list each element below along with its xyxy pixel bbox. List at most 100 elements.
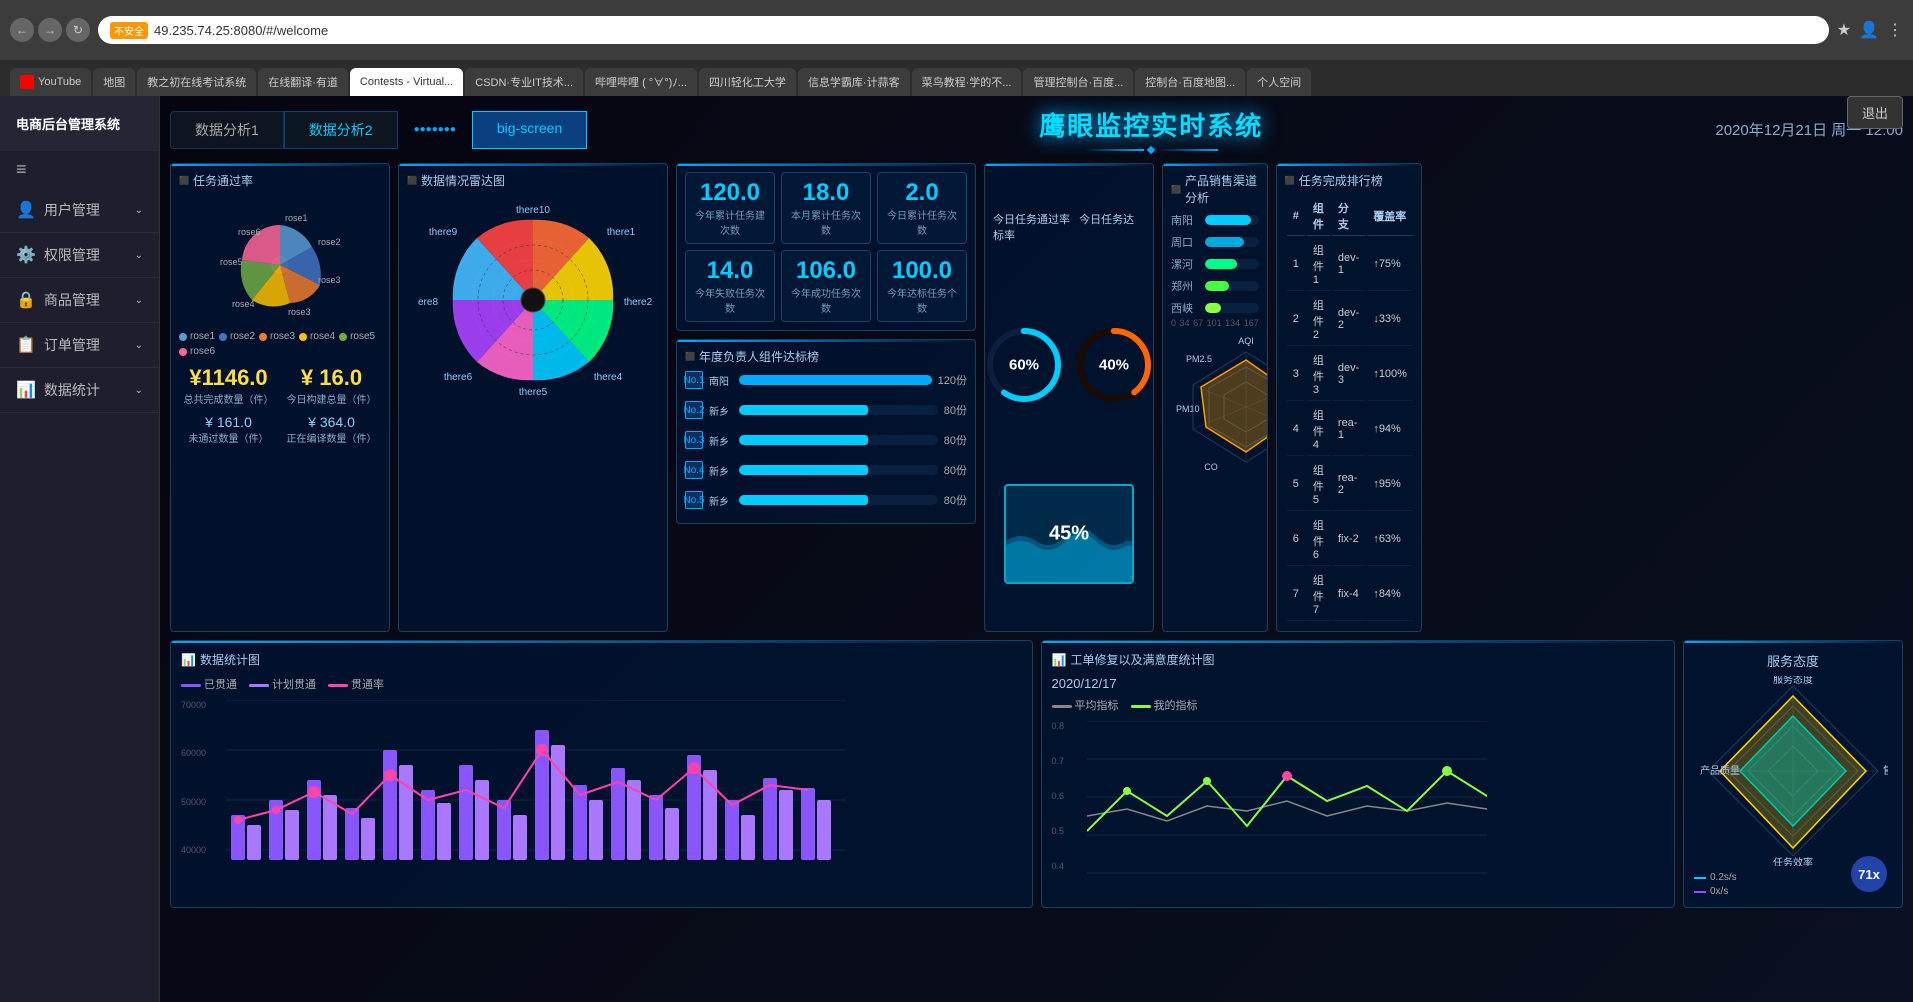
progress-fill-1 bbox=[739, 405, 868, 415]
tab-data-analysis-1[interactable]: 数据分析1 bbox=[170, 111, 284, 149]
dashboard-main-title: 鹰眼监控实时系统 bbox=[1039, 106, 1263, 143]
tab-data-analysis-2[interactable]: 数据分析2 bbox=[284, 111, 398, 149]
tab-baidu[interactable]: 管理控制台·百度... bbox=[1023, 68, 1133, 96]
tab-bili[interactable]: 哔哩哔哩 ( °∀°)ﾉ... bbox=[585, 68, 697, 96]
tab-csdn[interactable]: CSDN·专业IT技术... bbox=[465, 68, 583, 96]
name-1: 新乡 bbox=[709, 403, 733, 418]
tab-map2-label: 控制台·百度地图... bbox=[1145, 74, 1235, 90]
rose-chart: rose1 rose2 rose3 rose3 rose4 rose5 rose… bbox=[200, 195, 360, 325]
sidebar-header: 电商后台管理系统 bbox=[0, 96, 159, 151]
bar-label-3: 郑州 bbox=[1171, 278, 1199, 294]
tab-map2[interactable]: 控制台·百度地图... bbox=[1135, 68, 1245, 96]
tab-big-screen[interactable]: big-screen bbox=[472, 111, 587, 149]
sidebar-item-stats[interactable]: 📊 数据统计 ⌄ bbox=[0, 368, 159, 413]
fail-count: ¥ 161.0 未通过数量（件） bbox=[179, 414, 278, 445]
sidebar-users-label: 用户管理 bbox=[44, 200, 100, 220]
tab-personal[interactable]: 个人空间 bbox=[1247, 68, 1311, 96]
cell-comp-3: 组件4 bbox=[1307, 403, 1330, 456]
svg-text:there10: there10 bbox=[516, 205, 550, 216]
svg-text:售后保障: 售后保障 bbox=[1883, 764, 1888, 777]
bar-row-3: 郑州 bbox=[1171, 278, 1259, 294]
rank-2: No.3 bbox=[685, 431, 703, 449]
compiling-value: ¥ 364.0 bbox=[282, 414, 381, 430]
bar-track-0 bbox=[1205, 215, 1259, 225]
bar-label-2: 漯河 bbox=[1171, 256, 1199, 272]
sidebar-item-orders[interactable]: 📋 订单管理 ⌄ bbox=[0, 323, 159, 368]
bar-label-1: 周口 bbox=[1171, 234, 1199, 250]
sidebar-item-users[interactable]: 👤 用户管理 ⌄ bbox=[0, 188, 159, 233]
y-axis-labels: 70000 60000 50000 40000 bbox=[181, 700, 206, 855]
tab-active[interactable]: Contests - Virtual... bbox=[350, 68, 463, 96]
title-bar: 数据分析1 数据分析2 ●●●●●●● big-screen 鹰眼监控实时系统 bbox=[170, 106, 1903, 153]
product-sales-panel: 产品销售渠道分析 南阳 周口 漯河 bbox=[1162, 163, 1268, 632]
tab-translate[interactable]: 在线翻译·有道 bbox=[258, 68, 348, 96]
progress-track-2 bbox=[739, 435, 938, 445]
legend-rose1: rose1 bbox=[179, 331, 215, 342]
sidebar-toggle-button[interactable]: ≡ bbox=[0, 151, 159, 188]
legend-rose5: rose5 bbox=[339, 331, 375, 342]
svg-text:rose2: rose2 bbox=[318, 237, 341, 247]
score-1: 80份 bbox=[944, 402, 967, 418]
user-icon[interactable]: 👤 bbox=[1859, 20, 1879, 40]
table-row: 6 组件6 fix-2 ↑63% bbox=[1287, 513, 1413, 566]
rank-0: No.1 bbox=[685, 371, 703, 389]
tab-bili-label: 哔哩哔哩 ( °∀°)ﾉ... bbox=[595, 74, 687, 90]
security-warning: 不安全 bbox=[110, 22, 148, 39]
forward-button[interactable]: → bbox=[38, 18, 62, 42]
row2-panels: 📊 数据统计图 已贯通 计划贯通 贯通率 70000 60000 50000 bbox=[170, 640, 1903, 908]
stat-label-3: 今年失败任务次数 bbox=[694, 285, 766, 315]
tab-csdn-label: CSDN·专业IT技术... bbox=[475, 74, 573, 90]
sidebar-item-goods[interactable]: 🔒 商品管理 ⌄ bbox=[0, 278, 159, 323]
cell-rank-6: 7 bbox=[1287, 568, 1305, 621]
stat-box-5: 100.0 今年达标任务个数 bbox=[877, 250, 967, 322]
aqi-radar-chart: AQI SO2 NO2 CO PM10 PM2.5 bbox=[1171, 332, 1268, 482]
svg-text:rose4: rose4 bbox=[232, 299, 255, 309]
rose-legend: rose1 rose2 rose3 rose4 rose5 rose6 bbox=[179, 331, 381, 357]
service-radar-svg: 服务态度 售后保障 任务效率 产品质量 bbox=[1698, 676, 1888, 866]
score-2: 80份 bbox=[944, 432, 967, 448]
table-row: 3 组件3 dev-3 ↑100% bbox=[1287, 348, 1413, 401]
legend-0x-color bbox=[1694, 891, 1706, 893]
fail-value: ¥ 161.0 bbox=[179, 414, 278, 430]
tab-scu[interactable]: 四川轻化工大学 bbox=[699, 68, 796, 96]
progress-track-4 bbox=[739, 495, 938, 505]
orders-icon: 📋 bbox=[16, 335, 36, 355]
bar-axis: 03467101134167 bbox=[1171, 318, 1259, 328]
dashboard: 数据分析1 数据分析2 ●●●●●●● big-screen 鹰眼监控实时系统 bbox=[160, 96, 1913, 1002]
tab-jisuanke[interactable]: 信息学霸库·计蒜客 bbox=[798, 68, 910, 96]
tab-runoob-label: 菜鸟教程·学的不... bbox=[922, 74, 1012, 90]
logout-button[interactable]: 退出 bbox=[1847, 96, 1903, 129]
address-bar[interactable]: 不安全 49.235.74.25:8080/#/welcome bbox=[98, 16, 1829, 44]
cell-branch-0: dev-1 bbox=[1332, 238, 1365, 291]
chevron-down-icon-4: ⌄ bbox=[135, 340, 143, 351]
fail-label: 未通过数量（件） bbox=[179, 430, 278, 445]
tab-map[interactable]: 地图 bbox=[93, 68, 135, 96]
back-button[interactable]: ← bbox=[10, 18, 34, 42]
legend-rate: 贯通率 bbox=[328, 676, 384, 692]
task-pass-title: 任务通过率 bbox=[179, 172, 381, 189]
data-situation-chart: there10 there1 there2 there4 there5 ther… bbox=[413, 195, 653, 395]
tab-runoob[interactable]: 菜鸟教程·学的不... bbox=[912, 68, 1022, 96]
sidebar-item-permissions[interactable]: ⚙️ 权限管理 ⌄ bbox=[0, 233, 159, 278]
chart-icon: 📊 bbox=[181, 653, 196, 667]
right-row2: 📊 工单修复以及满意度统计图 2020/12/17 平均指标 我的指标 0.8 … bbox=[1041, 640, 1904, 908]
refresh-button[interactable]: ↻ bbox=[66, 18, 90, 42]
gauge-percent: 45% bbox=[1049, 522, 1089, 545]
row1-panels: 任务通过率 bbox=[170, 163, 1903, 632]
menu-icon[interactable]: ⋮ bbox=[1887, 20, 1903, 40]
bookmark-icon[interactable]: ★ bbox=[1837, 20, 1851, 40]
cell-rank-3: 4 bbox=[1287, 403, 1305, 456]
tab-youtube[interactable]: YouTube bbox=[10, 68, 91, 96]
svg-text:there5: there5 bbox=[519, 387, 548, 395]
svg-text:there6: there6 bbox=[444, 372, 473, 383]
compiling-label: 正在编译数量（件） bbox=[282, 430, 381, 445]
cell-branch-6: fix-4 bbox=[1332, 568, 1365, 621]
stat-box-3: 14.0 今年失败任务次数 bbox=[685, 250, 775, 322]
tab-exam[interactable]: 教之初在线考试系统 bbox=[137, 68, 256, 96]
tab1-label: 数据分析1 bbox=[195, 122, 259, 138]
bar-fill-0 bbox=[1205, 215, 1251, 225]
tab-translate-label: 在线翻译·有道 bbox=[268, 74, 338, 90]
stat-label-1: 本月累计任务次数 bbox=[790, 207, 862, 237]
bar-fill-2 bbox=[1205, 259, 1237, 269]
circle-pass: 60% bbox=[984, 325, 1064, 405]
